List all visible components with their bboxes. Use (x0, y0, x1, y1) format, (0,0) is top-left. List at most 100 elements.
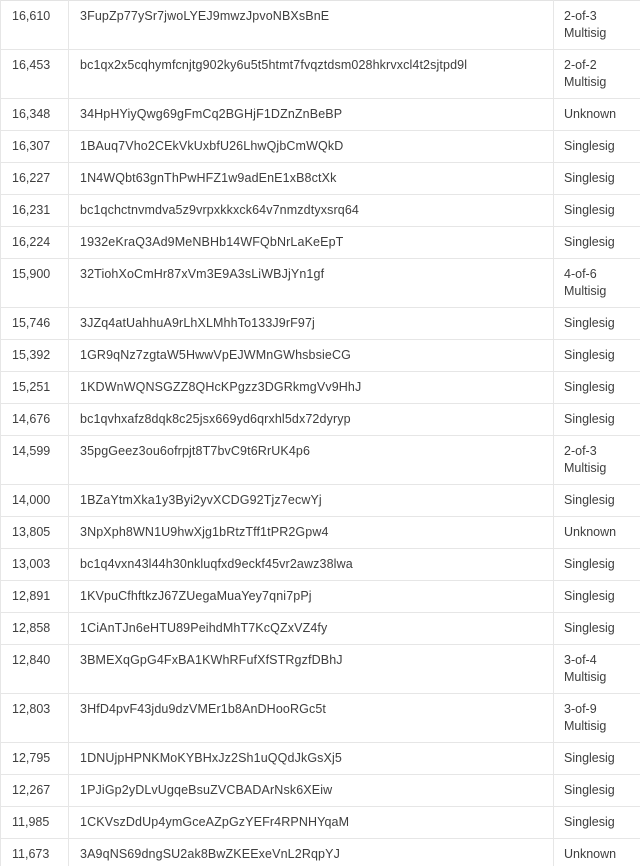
type-line: Multisig (564, 670, 607, 684)
cell-address[interactable]: 1BZaYtmXka1y3Byi2yvXCDG92Tjz7ecwYj (68, 484, 554, 517)
type-line: Unknown (564, 847, 617, 861)
cell-count: 16,453 (0, 49, 69, 99)
type-line: Singlesig (564, 380, 615, 394)
cell-address[interactable]: 1KVpuCfhftkzJ67ZUegaMuaYey7qni7pPj (68, 580, 554, 613)
type-line: Singlesig (564, 557, 615, 571)
type-line: Multisig (564, 284, 607, 298)
cell-address[interactable]: 1CiAnTJn6eHTU89PeihdMhT7KcQZxVZ4fy (68, 612, 554, 645)
cell-address[interactable]: 32TiohXoCmHr87xVm3E9A3sLiWBJjYn1gf (68, 258, 554, 308)
address-table: 16,610 3FupZp77ySr7jwoLYEJ9mwzJpvoNBXsBnE… (0, 0, 640, 866)
cell-address[interactable]: 1DNUjpHPNKMoKYBHxJz2Sh1uQQdJkGsXj5 (68, 742, 554, 775)
table-row[interactable]: 11,673 3A9qNS69dngSU2ak8BwZKEExeVnL2RqpYJ… (0, 838, 640, 866)
type-line: Singlesig (564, 751, 615, 765)
type-line: Singlesig (564, 235, 615, 249)
type-line: Singlesig (564, 203, 615, 217)
cell-type: 2-of-3 Multisig (553, 435, 640, 485)
cell-type: Singlesig (553, 484, 640, 517)
type-line: Singlesig (564, 589, 615, 603)
type-line: 3-of-4 (564, 653, 597, 667)
table-row[interactable]: 12,795 1DNUjpHPNKMoKYBHxJz2Sh1uQQdJkGsXj5… (0, 742, 640, 775)
cell-type: 3-of-9 Multisig (553, 693, 640, 743)
cell-type: Unknown (553, 516, 640, 549)
cell-address[interactable]: bc1qvhxafz8dqk8c25jsx669yd6qrxhl5dx72dyr… (68, 403, 554, 436)
cell-address[interactable]: 1N4WQbt63gnThPwHFZ1w9adEnE1xB8ctXk (68, 162, 554, 195)
table-row[interactable]: 15,251 1KDWnWQNSGZZ8QHcKPgzz3DGRkmgVv9HhJ… (0, 371, 640, 404)
cell-address[interactable]: 1BAuq7Vho2CEkVkUxbfU26LhwQjbCmWQkD (68, 130, 554, 163)
table-row[interactable]: 16,453 bc1qx2x5cqhymfcnjtg902ky6u5t5htmt7… (0, 49, 640, 99)
cell-address[interactable]: 3A9qNS69dngSU2ak8BwZKEExeVnL2RqpYJ (68, 838, 554, 866)
table-row[interactable]: 12,840 3BMEXqGpG4FxBA1KWhRFufXfSTRgzfDBhJ… (0, 644, 640, 694)
cell-type: Singlesig (553, 162, 640, 195)
cell-count: 13,003 (0, 548, 69, 581)
cell-count: 12,891 (0, 580, 69, 613)
cell-type: Singlesig (553, 371, 640, 404)
cell-address[interactable]: 35pgGeez3ou6ofrpjt8T7bvC9t6RrUK4p6 (68, 435, 554, 485)
table-row[interactable]: 11,985 1CKVszDdUp4ymGceAZpGzYEFr4RPNHYqaM… (0, 806, 640, 839)
cell-address[interactable]: bc1qchctnvmdva5z9vrpxkkxck64v7nmzdtyxsrq… (68, 194, 554, 227)
cell-address[interactable]: bc1q4vxn43l44h30nkluqfxd9eckf45vr2awz38l… (68, 548, 554, 581)
table-row[interactable]: 12,803 3HfD4pvF43jdu9dzVMEr1b8AnDHooRGc5t… (0, 693, 640, 743)
table-row[interactable]: 16,224 1932eKraQ3Ad9MeNBHb14WFQbNrLaKeEpT… (0, 226, 640, 259)
cell-address[interactable]: 3FupZp77ySr7jwoLYEJ9mwzJpvoNBXsBnE (68, 0, 554, 50)
cell-address[interactable]: 1PJiGp2yDLvUgqeBsuZVCBADArNsk6XEiw (68, 774, 554, 807)
type-line: 2-of-2 (564, 58, 597, 72)
table-row[interactable]: 12,891 1KVpuCfhftkzJ67ZUegaMuaYey7qni7pPj… (0, 580, 640, 613)
type-line: Singlesig (564, 783, 615, 797)
cell-address[interactable]: 1CKVszDdUp4ymGceAZpGzYEFr4RPNHYqaM (68, 806, 554, 839)
cell-address[interactable]: 1GR9qNz7zgtaW5HwwVpEJWMnGWhsbsieCG (68, 339, 554, 372)
table-row[interactable]: 16,231 bc1qchctnvmdva5z9vrpxkkxck64v7nmzd… (0, 194, 640, 227)
type-line: Multisig (564, 75, 607, 89)
table-row[interactable]: 16,610 3FupZp77ySr7jwoLYEJ9mwzJpvoNBXsBnE… (0, 0, 640, 50)
table-row[interactable]: 16,227 1N4WQbt63gnThPwHFZ1w9adEnE1xB8ctXk… (0, 162, 640, 195)
cell-type: Unknown (553, 838, 640, 866)
cell-count: 13,805 (0, 516, 69, 549)
cell-count: 16,307 (0, 130, 69, 163)
table-row[interactable]: 16,348 34HpHYiyQwg69gFmCq2BGHjF1DZnZnBeBP… (0, 98, 640, 131)
cell-type: Singlesig (553, 130, 640, 163)
table-row[interactable]: 16,307 1BAuq7Vho2CEkVkUxbfU26LhwQjbCmWQkD… (0, 130, 640, 163)
cell-type: 2-of-2 Multisig (553, 49, 640, 99)
cell-count: 15,746 (0, 307, 69, 340)
cell-count: 12,795 (0, 742, 69, 775)
cell-count: 11,673 (0, 838, 69, 866)
cell-count: 12,803 (0, 693, 69, 743)
table-row[interactable]: 12,858 1CiAnTJn6eHTU89PeihdMhT7KcQZxVZ4fy… (0, 612, 640, 645)
cell-address[interactable]: 1KDWnWQNSGZZ8QHcKPgzz3DGRkmgVv9HhJ (68, 371, 554, 404)
table-row[interactable]: 14,000 1BZaYtmXka1y3Byi2yvXCDG92Tjz7ecwYj… (0, 484, 640, 517)
cell-type: 4-of-6 Multisig (553, 258, 640, 308)
table-row[interactable]: 15,392 1GR9qNz7zgtaW5HwwVpEJWMnGWhsbsieCG… (0, 339, 640, 372)
cell-address[interactable]: 34HpHYiyQwg69gFmCq2BGHjF1DZnZnBeBP (68, 98, 554, 131)
type-line: Unknown (564, 107, 617, 121)
cell-count: 16,231 (0, 194, 69, 227)
table-row[interactable]: 14,599 35pgGeez3ou6ofrpjt8T7bvC9t6RrUK4p6… (0, 435, 640, 485)
table-row[interactable]: 15,746 3JZq4atUahhuA9rLhXLMhhTo133J9rF97j… (0, 307, 640, 340)
cell-type: Singlesig (553, 226, 640, 259)
cell-type: Singlesig (553, 307, 640, 340)
cell-count: 15,251 (0, 371, 69, 404)
type-line: Singlesig (564, 139, 615, 153)
cell-type: Singlesig (553, 774, 640, 807)
cell-type: Singlesig (553, 580, 640, 613)
cell-address[interactable]: 3JZq4atUahhuA9rLhXLMhhTo133J9rF97j (68, 307, 554, 340)
cell-address[interactable]: 3NpXph8WN1U9hwXjg1bRtzTff1tPR2Gpw4 (68, 516, 554, 549)
table-row[interactable]: 14,676 bc1qvhxafz8dqk8c25jsx669yd6qrxhl5d… (0, 403, 640, 436)
cell-count: 14,000 (0, 484, 69, 517)
cell-address[interactable]: 3BMEXqGpG4FxBA1KWhRFufXfSTRgzfDBhJ (68, 644, 554, 694)
type-line: Unknown (564, 525, 617, 539)
cell-address[interactable]: bc1qx2x5cqhymfcnjtg902ky6u5t5htmt7fvqztd… (68, 49, 554, 99)
table-row[interactable]: 13,003 bc1q4vxn43l44h30nkluqfxd9eckf45vr2… (0, 548, 640, 581)
cell-count: 16,224 (0, 226, 69, 259)
cell-count: 16,227 (0, 162, 69, 195)
type-line: Multisig (564, 719, 607, 733)
type-line: Multisig (564, 26, 607, 40)
cell-address[interactable]: 1932eKraQ3Ad9MeNBHb14WFQbNrLaKeEpT (68, 226, 554, 259)
cell-count: 11,985 (0, 806, 69, 839)
cell-address[interactable]: 3HfD4pvF43jdu9dzVMEr1b8AnDHooRGc5t (68, 693, 554, 743)
table-row[interactable]: 12,267 1PJiGp2yDLvUgqeBsuZVCBADArNsk6XEiw… (0, 774, 640, 807)
table-body: 16,610 3FupZp77ySr7jwoLYEJ9mwzJpvoNBXsBnE… (0, 0, 640, 866)
table-row[interactable]: 13,805 3NpXph8WN1U9hwXjg1bRtzTff1tPR2Gpw4… (0, 516, 640, 549)
cell-type: Singlesig (553, 194, 640, 227)
cell-count: 16,348 (0, 98, 69, 131)
table-row[interactable]: 15,900 32TiohXoCmHr87xVm3E9A3sLiWBJjYn1gf… (0, 258, 640, 308)
cell-type: Singlesig (553, 548, 640, 581)
